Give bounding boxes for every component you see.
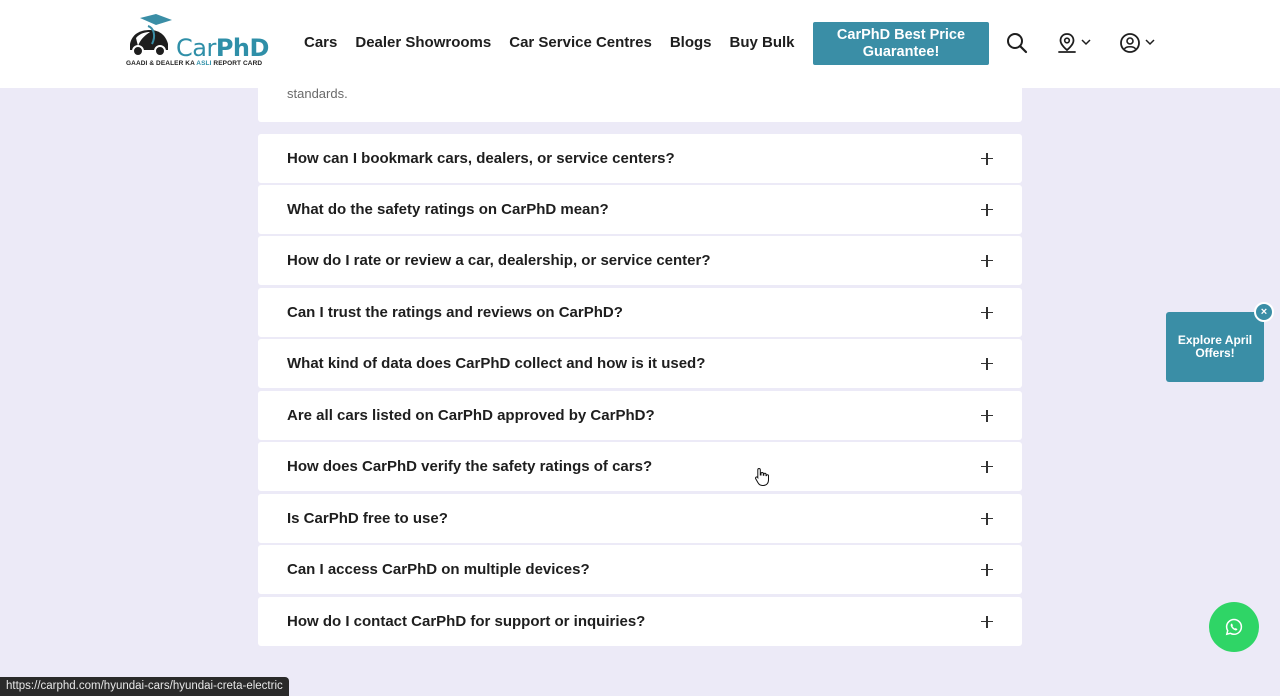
faq-item[interactable]: How does CarPhD verify the safety rating… (258, 442, 1022, 491)
logo-wordmark: CarPhD (176, 34, 269, 62)
plus-icon[interactable] (981, 512, 993, 525)
nav-car-service-centres[interactable]: Car Service Centres (509, 34, 652, 51)
logo-wordmark-suffix: PhD (215, 34, 270, 62)
close-icon[interactable]: × (1254, 302, 1274, 322)
best-price-guarantee-button[interactable]: CarPhD Best Price Guarantee! (813, 22, 989, 65)
site-header: CarPhD GAADI & DEALER KA ASLI REPORT CAR… (0, 0, 1280, 88)
link-status-bar: https://carphd.com/hyundai-cars/hyundai-… (0, 677, 289, 696)
plus-icon[interactable] (981, 254, 993, 267)
logo-tagline-prefix: GAADI & DEALER KA (126, 60, 197, 67)
logo-car-icon (130, 14, 172, 57)
logo-tagline: GAADI & DEALER KA ASLI REPORT CARD (126, 60, 262, 67)
user-icon[interactable] (1119, 32, 1141, 54)
plus-icon[interactable] (981, 563, 993, 576)
search-icon[interactable] (1006, 32, 1028, 54)
logo-tagline-highlight: ASLI (196, 60, 212, 67)
location-icon[interactable] (1056, 32, 1078, 54)
plus-icon[interactable] (981, 460, 993, 473)
explore-offers-button[interactable]: Explore April Offers! (1166, 312, 1264, 382)
main-nav: Cars Dealer Showrooms Car Service Centre… (304, 34, 813, 51)
faq-item[interactable]: How can I bookmark cars, dealers, or ser… (258, 134, 1022, 183)
faq-question: Are all cars listed on CarPhD approved b… (287, 407, 655, 424)
nav-buy-bulk[interactable]: Buy Bulk (730, 34, 795, 51)
faq-item[interactable]: Can I trust the ratings and reviews on C… (258, 288, 1022, 337)
faq-question: How do I contact CarPhD for support or i… (287, 613, 646, 630)
logo-tagline-suffix: REPORT CARD (211, 60, 263, 67)
faq-item[interactable]: Are all cars listed on CarPhD approved b… (258, 391, 1022, 440)
faq-question: Can I access CarPhD on multiple devices? (287, 561, 590, 578)
location-chevron-down-icon[interactable] (1081, 38, 1091, 46)
user-chevron-down-icon[interactable] (1145, 38, 1155, 46)
faq-question: How can I bookmark cars, dealers, or ser… (287, 150, 675, 167)
faq-item[interactable]: Is CarPhD free to use? (258, 494, 1022, 543)
nav-blogs[interactable]: Blogs (670, 34, 712, 51)
faq-item[interactable]: How do I rate or review a car, dealershi… (258, 236, 1022, 285)
faq-item[interactable]: What kind of data does CarPhD collect an… (258, 339, 1022, 388)
faq-item[interactable]: Can I access CarPhD on multiple devices? (258, 545, 1022, 594)
faq-question: How does CarPhD verify the safety rating… (287, 458, 653, 475)
logo-wordmark-prefix: Car (176, 34, 216, 62)
plus-icon[interactable] (981, 203, 993, 216)
faq-answer-text: standards. (287, 86, 348, 101)
whatsapp-icon (1225, 618, 1243, 636)
faq-question: Can I trust the ratings and reviews on C… (287, 304, 623, 321)
plus-icon[interactable] (981, 152, 993, 165)
faq-item[interactable]: What do the safety ratings on CarPhD mea… (258, 185, 1022, 234)
plus-icon[interactable] (981, 306, 993, 319)
plus-icon[interactable] (981, 615, 993, 628)
nav-dealer-showrooms[interactable]: Dealer Showrooms (355, 34, 491, 51)
plus-icon[interactable] (981, 409, 993, 422)
faq-question: What do the safety ratings on CarPhD mea… (287, 201, 609, 218)
plus-icon[interactable] (981, 357, 993, 370)
hand-cursor-icon (755, 467, 769, 486)
faq-question: How do I rate or review a car, dealershi… (287, 252, 711, 269)
faq-item[interactable]: How do I contact CarPhD for support or i… (258, 597, 1022, 646)
nav-cars[interactable]: Cars (304, 34, 337, 51)
faq-question: What kind of data does CarPhD collect an… (287, 355, 706, 372)
faq-question: Is CarPhD free to use? (287, 510, 448, 527)
carphd-logo[interactable]: CarPhD GAADI & DEALER KA ASLI REPORT CAR… (124, 14, 269, 70)
whatsapp-button[interactable] (1209, 602, 1259, 652)
